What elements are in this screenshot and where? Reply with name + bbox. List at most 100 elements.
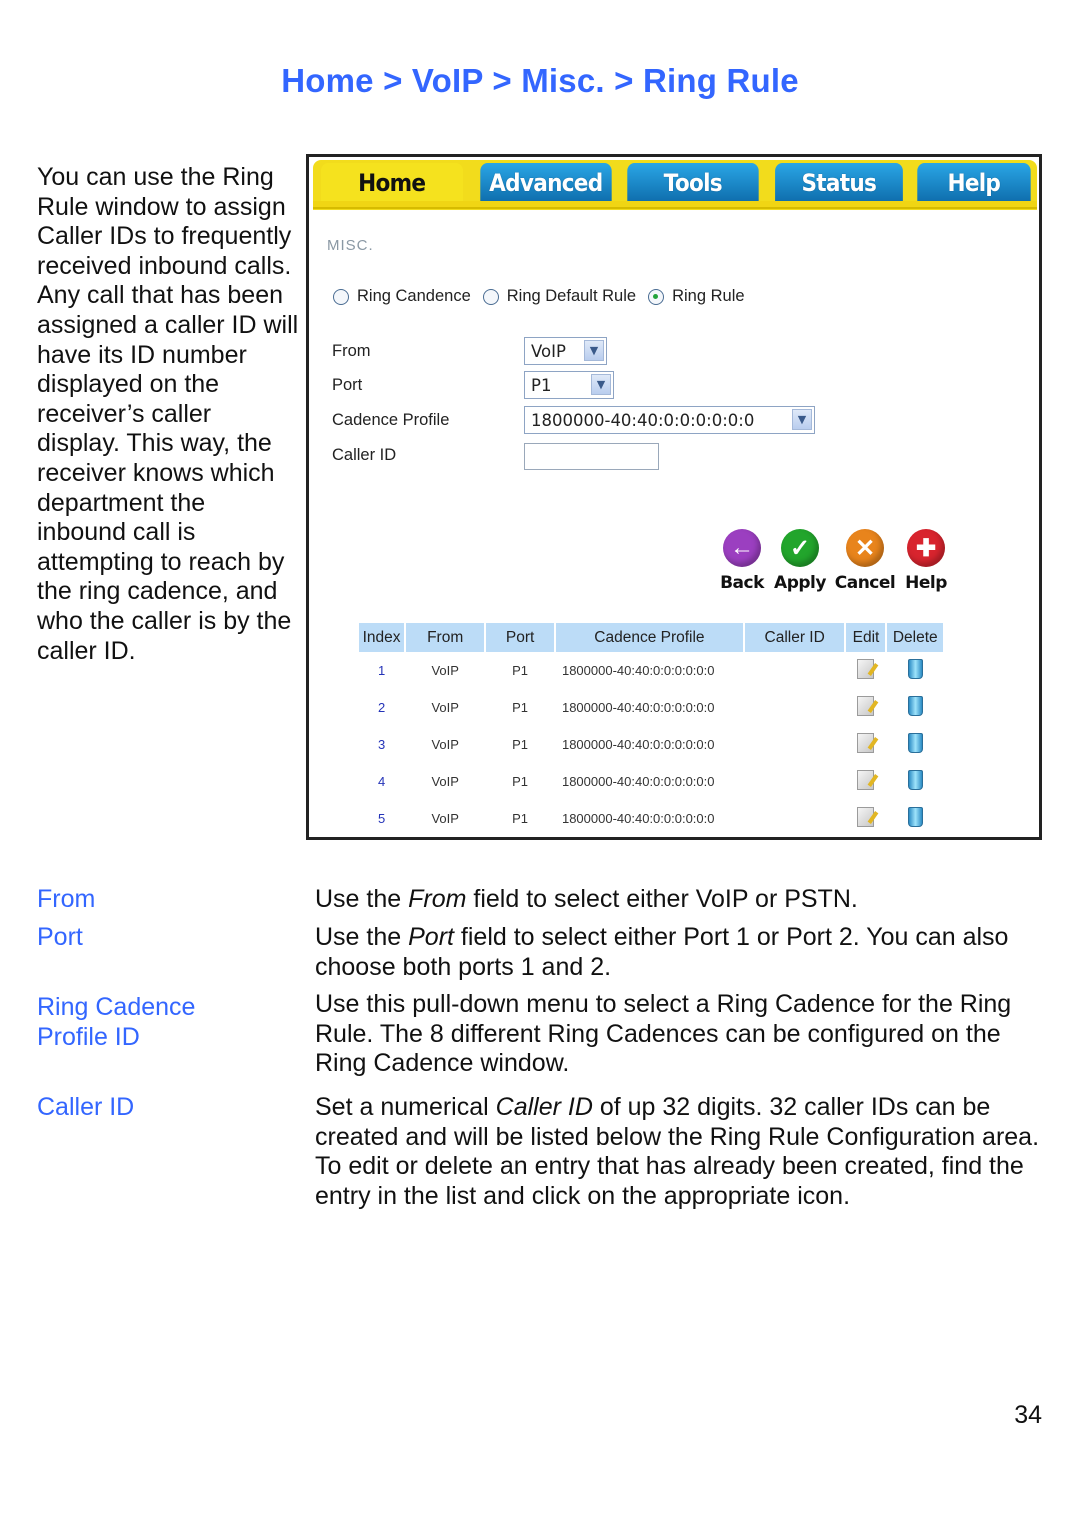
intro-text: You can use the Ring Rule window to assi… [37,163,299,665]
row-caller-id [745,652,845,689]
col-caller-id: Caller ID [744,623,845,652]
table-row: 4 VoIP P1 1800000-40:40:0:0:0:0:0:0 [359,763,943,800]
trash-icon[interactable] [907,807,923,827]
row-port: P1 [512,811,529,826]
chevron-down-icon: ▼ [792,409,812,430]
definition-term: Caller ID [37,1093,135,1121]
definition-text: Set a numerical Caller ID of up 32 digit… [315,1093,1045,1211]
col-edit: Edit [846,623,886,652]
row-index[interactable]: 2 [359,689,404,726]
chevron-down-icon: ▼ [591,374,611,395]
row-delete [887,800,943,837]
row-delete [887,763,943,800]
tab-help[interactable]: Help [917,163,1031,201]
back-label: Back [720,573,764,593]
col-port: Port [486,623,554,652]
row-index[interactable]: 3 [359,726,404,763]
caller-id-input[interactable] [524,443,659,470]
edit-icon[interactable] [857,807,875,827]
row-edit [846,800,885,837]
row-edit [846,652,885,689]
row-from: VoIP [431,663,459,678]
row-caller-id [745,800,845,837]
row-edit [846,689,885,726]
help-button[interactable]: ✚ Help [900,529,952,593]
radio-label: Ring Default Rule [506,287,637,305]
table-row: 3 VoIP P1 1800000-40:40:0:0:0:0:0:0 [359,726,943,763]
row-from: VoIP [431,811,459,826]
row-port: P1 [512,663,529,678]
row-cadence-profile: 1800000-40:40:0:0:0:0:0:0 [561,700,715,715]
row-port: P1 [512,700,529,715]
back-button[interactable]: ← Back [714,529,770,593]
definition-text-post: Use this pull-down menu to select a Ring… [315,990,1012,1078]
cancel-button[interactable]: ✕ Cancel [830,529,900,593]
row-delete [887,689,943,726]
definition-text: Use the From field to select either VoIP… [315,885,1045,915]
radio-ring-candence[interactable] [333,288,349,305]
help-label: Help [905,573,947,593]
row-delete [887,652,943,689]
row-index[interactable]: 4 [359,763,404,800]
edit-icon[interactable] [857,733,875,753]
tab-status[interactable]: Status [774,163,903,201]
tab-tools[interactable]: Tools [627,163,759,201]
row-from: VoIP [431,737,459,752]
check-icon: ✓ [781,529,819,567]
plus-icon: ✚ [907,529,945,567]
row-edit [846,763,885,800]
port-select-value: P1 [531,375,552,395]
row-caller-id [745,726,845,763]
table-row: 5 VoIP P1 1800000-40:40:0:0:0:0:0:0 [359,800,943,837]
row-index[interactable]: 5 [359,800,404,837]
definition-text-pre: Set a numerical [315,1093,496,1121]
ring-rule-screenshot: Home Advanced Tools Status Help MISC. Ri… [306,154,1042,840]
radio-label: Ring Candence [357,287,471,305]
tab-home[interactable]: Home [320,163,463,201]
col-delete: Delete [887,623,943,652]
row-index[interactable]: 1 [359,652,404,689]
x-icon: ✕ [846,529,884,567]
definition-term: Port [37,923,83,951]
caller-id-label: Caller ID [332,446,397,464]
row-cadence-profile: 1800000-40:40:0:0:0:0:0:0 [561,811,715,826]
definition-text-emphasis: From [408,885,467,913]
apply-button[interactable]: ✓ Apply [770,529,830,593]
row-caller-id [745,689,845,726]
apply-label: Apply [774,573,826,593]
row-cadence-profile: 1800000-40:40:0:0:0:0:0:0 [561,663,715,678]
row-cadence-profile: 1800000-40:40:0:0:0:0:0:0 [561,737,715,752]
cadence-profile-value: 1800000-40:40:0:0:0:0:0:0 [531,410,755,430]
from-label: From [332,342,371,360]
table-header-row: Index From Port Cadence Profile Caller I… [359,623,943,652]
row-port: P1 [512,774,529,789]
trash-icon[interactable] [907,696,923,716]
port-select[interactable]: P1 ▼ [524,371,614,399]
col-cadence-profile: Cadence Profile [555,623,743,652]
trash-icon[interactable] [907,733,923,753]
col-from: From [406,623,485,652]
definition-term: From [37,885,96,913]
page-title: Home > VoIP > Misc. > Ring Rule [281,62,799,99]
cadence-profile-label: Cadence Profile [332,411,450,429]
radio-ring-default-rule[interactable] [482,288,499,305]
from-select-value: VoIP [531,341,566,361]
trash-icon[interactable] [907,770,923,790]
from-select[interactable]: VoIP ▼ [524,337,607,365]
edit-icon[interactable] [857,659,875,679]
mode-radio-group: Ring Candence Ring Default Rule Ring Rul… [333,287,757,306]
definition-term: Ring Cadence Profile ID [37,993,196,1051]
edit-icon[interactable] [857,696,875,716]
back-arrow-icon: ← [723,529,761,567]
cadence-profile-select[interactable]: 1800000-40:40:0:0:0:0:0:0 ▼ [524,406,815,434]
trash-icon[interactable] [907,659,923,679]
radio-label: Ring Rule [672,287,745,305]
edit-icon[interactable] [857,770,875,790]
row-from: VoIP [431,774,459,789]
tab-advanced[interactable]: Advanced [479,163,611,201]
row-caller-id [745,763,845,800]
col-index: Index [359,623,405,652]
radio-ring-rule[interactable] [648,288,665,305]
tab-bar: Home Advanced Tools Status Help [313,160,1037,210]
row-delete [887,726,943,763]
